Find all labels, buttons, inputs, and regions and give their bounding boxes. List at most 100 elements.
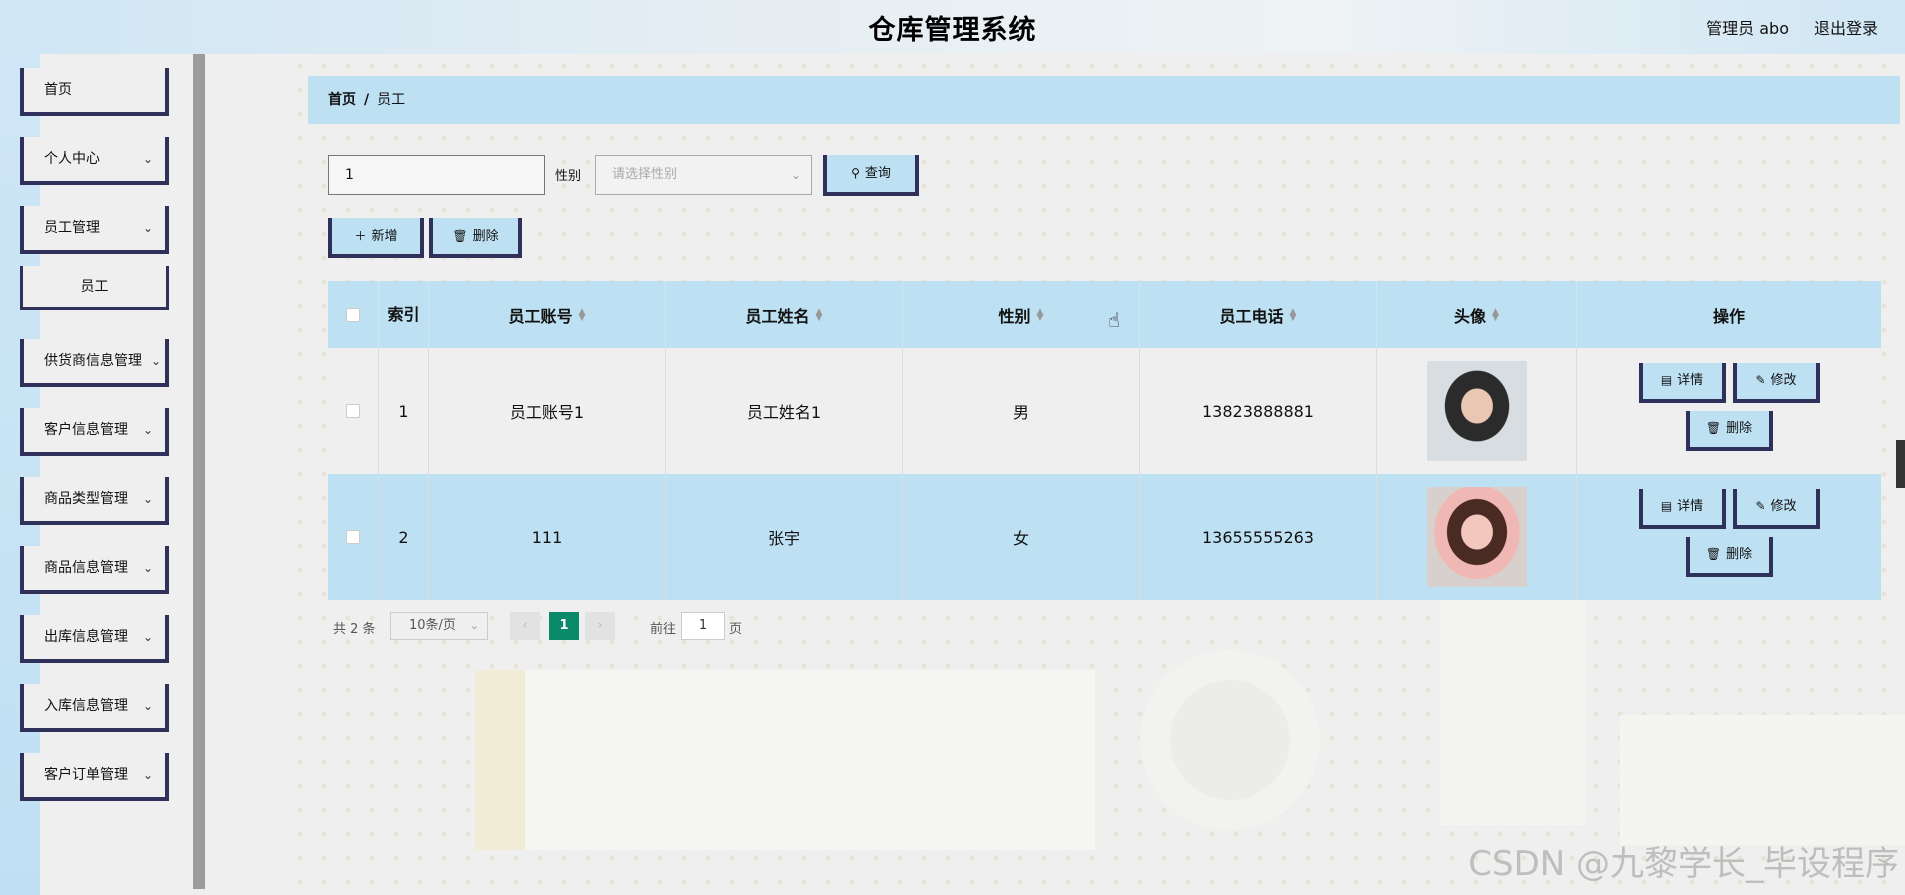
edit-button-label: 修改 — [1770, 499, 1797, 514]
sidebar-item-product-type-management[interactable]: 商品类型管理 ⌄ — [20, 477, 169, 525]
chevron-down-icon: ⌄ — [142, 768, 153, 782]
cell-phone: 13655555263 — [1140, 474, 1377, 600]
chevron-down-icon: ⌄ — [142, 423, 153, 437]
sidebar-item-label: 客户订单管理 — [44, 767, 128, 783]
row-checkbox[interactable] — [346, 530, 360, 544]
cell-name: 员工姓名1 — [666, 348, 903, 474]
column-header-name[interactable]: 员工姓名 ▲ ▼ — [666, 281, 903, 348]
row-select-cell — [328, 348, 379, 474]
logout-link[interactable]: 退出登录 — [1814, 15, 1878, 39]
edit-button[interactable]: ✎ 修改 — [1732, 363, 1820, 403]
select-all-checkbox[interactable] — [346, 307, 360, 322]
side-handle[interactable] — [1896, 440, 1905, 488]
gender-select[interactable]: 请选择性别 ⌄ — [595, 155, 812, 195]
sort-icon[interactable]: ▲ ▼ — [1037, 307, 1044, 322]
sidebar-item-home[interactable]: 首页 — [20, 68, 169, 116]
chevron-down-icon: ⌄ — [142, 492, 153, 506]
column-header-phone[interactable]: 员工电话 ▲ ▼ — [1140, 281, 1377, 348]
row-delete-button[interactable]: 🗑 删除 — [1685, 411, 1773, 451]
breadcrumb: 首页 / 员工 — [308, 76, 1900, 124]
detail-button-label: 详情 — [1677, 499, 1704, 514]
edit-icon: ✎ — [1755, 373, 1766, 387]
row-delete-button[interactable]: 🗑 删除 — [1685, 537, 1773, 577]
watermark: CSDN @九黎学长_毕设程序 — [1468, 844, 1899, 884]
cell-account: 员工账号1 — [429, 348, 666, 474]
gender-placeholder: 请选择性别 — [612, 167, 678, 182]
sidebar-item-personal-center[interactable]: 个人中心 ⌄ — [20, 137, 169, 185]
sidebar-item-supplier-management[interactable]: 供货商信息管理 ⌄ — [20, 339, 169, 387]
plus-icon: ＋ — [354, 229, 367, 243]
breadcrumb-separator: / — [364, 92, 370, 108]
table-row: 2 111 张宇 女 13655555263 ▤ 详情 ✎ 修改 🗑 删除 — [328, 474, 1881, 600]
background-decoration — [475, 670, 1095, 850]
search-input[interactable]: 1 — [328, 155, 545, 195]
cell-name: 张宇 — [666, 474, 903, 600]
background-decoration — [1140, 650, 1320, 830]
column-header-label: 员工账号 — [508, 306, 573, 326]
detail-button[interactable]: ▤ 详情 — [1638, 363, 1726, 403]
column-header-actions: 操作 — [1712, 306, 1745, 326]
chevron-down-icon: ⌄ — [142, 221, 153, 235]
sort-icon[interactable]: ▲ ▼ — [816, 307, 823, 322]
sidebar-scrollbar[interactable] — [193, 54, 205, 889]
cell-gender: 女 — [903, 474, 1140, 600]
sidebar-item-employee-management[interactable]: 员工管理 ⌄ — [20, 206, 169, 254]
chevron-down-icon: ⌄ — [790, 168, 801, 182]
avatar[interactable] — [1426, 487, 1527, 587]
page-size-select[interactable]: 10条/页 ⌄ — [390, 612, 488, 640]
chevron-right-icon: › — [597, 618, 603, 633]
sidebar-item-label: 员工管理 — [44, 220, 100, 236]
search-icon: ⚲ — [851, 166, 860, 180]
column-header-label: 员工电话 — [1219, 306, 1284, 326]
chevron-down-icon: ⌄ — [142, 561, 153, 575]
column-header-index: 索引 — [379, 281, 429, 348]
row-delete-button-label: 删除 — [1726, 547, 1753, 562]
avatar[interactable] — [1426, 361, 1527, 461]
sort-icon[interactable]: ▲ ▼ — [579, 307, 586, 322]
table-row: 1 员工账号1 员工姓名1 男 13823888881 ▤ 详情 ✎ 修改 🗑 删除 — [328, 348, 1881, 474]
column-header-avatar[interactable]: 头像 ▲ ▼ — [1377, 281, 1577, 348]
breadcrumb-current: 员工 — [377, 92, 406, 108]
cell-actions: ▤ 详情 ✎ 修改 🗑 删除 — [1577, 474, 1881, 600]
breadcrumb-home[interactable]: 首页 — [328, 92, 356, 108]
search-button-label: 查询 — [864, 166, 891, 181]
current-user: 管理员 abo — [1706, 19, 1789, 38]
search-button[interactable]: ⚲ 查询 — [823, 155, 919, 196]
chevron-down-icon: ⌄ — [142, 152, 153, 166]
delete-button[interactable]: 🗑 删除 — [429, 218, 522, 258]
sort-icon[interactable]: ▲ ▼ — [1492, 307, 1499, 322]
cell-avatar — [1377, 474, 1577, 600]
background-decoration — [1620, 715, 1905, 845]
column-header-label: 性别 — [998, 306, 1031, 326]
trash-icon: 🗑 — [1705, 547, 1722, 561]
detail-button-label: 详情 — [1677, 373, 1704, 388]
edit-icon: ✎ — [1755, 499, 1766, 513]
chevron-down-icon: ⌄ — [469, 619, 479, 632]
page-number-button[interactable]: 1 — [549, 612, 579, 640]
trash-icon: 🗑 — [452, 229, 468, 243]
column-header-gender[interactable]: 性别 ▲ ▼ — [903, 281, 1140, 348]
sidebar-item-label: 入库信息管理 — [44, 698, 128, 714]
sidebar-item-label: 首页 — [44, 82, 72, 98]
sidebar-item-customer-management[interactable]: 客户信息管理 ⌄ — [20, 408, 169, 456]
sort-icon[interactable]: ▲ ▼ — [1290, 307, 1297, 322]
goto-page-input[interactable]: 1 — [681, 612, 725, 640]
chevron-down-icon: ⌄ — [142, 630, 153, 644]
cell-index: 2 — [379, 474, 429, 600]
sidebar-item-inbound-management[interactable]: 入库信息管理 ⌄ — [20, 684, 169, 732]
sidebar-item-product-info-management[interactable]: 商品信息管理 ⌄ — [20, 546, 169, 594]
app-title: 仓库管理系统 — [868, 15, 1037, 46]
detail-button[interactable]: ▤ 详情 — [1638, 489, 1726, 529]
next-page-button[interactable]: › — [585, 612, 615, 640]
add-button[interactable]: ＋ 新增 — [328, 218, 424, 258]
prev-page-button[interactable]: ‹ — [510, 612, 540, 640]
sidebar-item-customer-order-management[interactable]: 客户订单管理 ⌄ — [20, 753, 169, 801]
goto-unit: 页 — [729, 622, 743, 637]
main-gutter — [205, 54, 288, 895]
column-header-account[interactable]: 员工账号 ▲ ▼ — [429, 281, 666, 348]
sidebar-subitem-employee[interactable]: 员工 — [20, 266, 169, 310]
cell-gender: 男 — [903, 348, 1140, 474]
edit-button[interactable]: ✎ 修改 — [1732, 489, 1820, 529]
row-checkbox[interactable] — [346, 404, 360, 418]
sidebar-item-outbound-management[interactable]: 出库信息管理 ⌄ — [20, 615, 169, 663]
